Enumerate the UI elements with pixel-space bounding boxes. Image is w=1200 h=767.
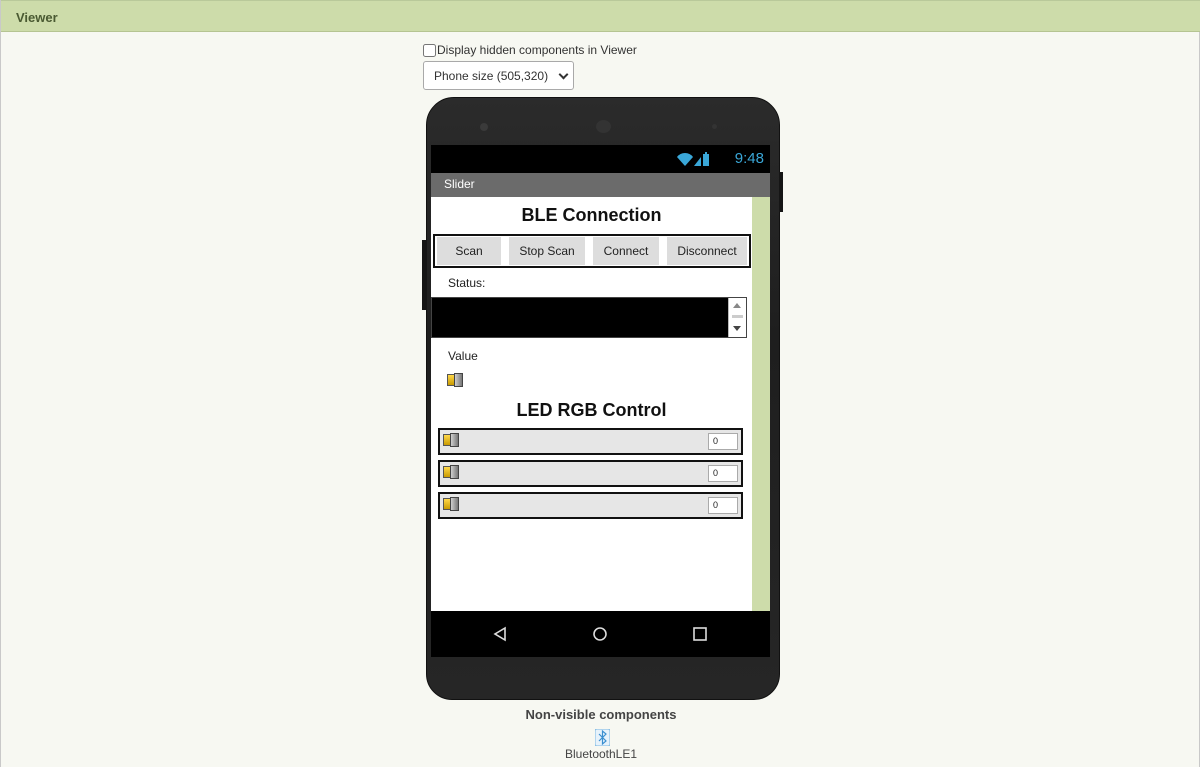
chevron-down-icon (558, 69, 569, 80)
bluetooth-icon[interactable] (595, 729, 610, 746)
red-value-field[interactable]: 0 (708, 433, 738, 450)
scroll-thumb[interactable] (732, 315, 743, 318)
android-nav-bar (431, 611, 770, 657)
status-icons (677, 152, 709, 166)
status-time: 9:48 (734, 150, 764, 167)
back-icon[interactable] (492, 626, 508, 642)
slider-thumb-icon[interactable] (443, 433, 459, 447)
blue-value-field[interactable]: 0 (708, 497, 738, 514)
slider-thumb-icon[interactable] (443, 497, 459, 511)
viewer-panel: Viewer Display hidden components in View… (0, 0, 1200, 767)
led-heading: LED RGB Control (516, 400, 667, 420)
display-hidden-label[interactable]: Display hidden components in Viewer (437, 43, 637, 57)
blue-slider-row[interactable]: 0 (438, 492, 743, 519)
bluetoothle-label[interactable]: BluetoothLE1 (1, 747, 1200, 761)
viewer-title: Viewer (16, 10, 58, 25)
screen-scrollbar (752, 197, 770, 611)
value-slider-thumb-icon[interactable] (447, 373, 463, 387)
slider-thumb-icon[interactable] (443, 465, 459, 479)
status-scrollbar[interactable] (728, 298, 746, 337)
front-camera-icon (480, 123, 488, 131)
screen-content: BLE Connection Scan Stop Scan Connect Di… (431, 197, 752, 611)
power-button (779, 172, 783, 212)
value-label: Value (448, 349, 478, 363)
recents-icon[interactable] (692, 626, 708, 642)
viewer-header: Viewer (1, 0, 1200, 32)
scan-button[interactable]: Scan (437, 237, 501, 265)
status-label: Status: (448, 276, 486, 290)
green-value-field[interactable]: 0 (708, 465, 738, 482)
red-slider-row[interactable]: 0 (438, 428, 743, 455)
green-slider-row[interactable]: 0 (438, 460, 743, 487)
signal-icon (694, 157, 701, 166)
volume-button (422, 240, 427, 310)
screen-titlebar: Slider (431, 173, 770, 197)
scroll-down-icon[interactable] (733, 326, 741, 331)
display-hidden-checkbox[interactable] (423, 43, 436, 57)
disconnect-button[interactable]: Disconnect (667, 237, 747, 265)
status-bar: 9:48 (431, 145, 770, 173)
display-hidden-option: Display hidden components in Viewer (423, 43, 637, 57)
phone-screen: 9:48 Slider BLE Connection Scan Stop Sca… (431, 145, 770, 657)
stop-scan-button[interactable]: Stop Scan (509, 237, 585, 265)
screen-title: Slider (444, 177, 475, 191)
ble-heading: BLE Connection (521, 205, 662, 225)
phone-size-select[interactable]: Phone size (505,320) (423, 61, 574, 90)
connect-button[interactable]: Connect (593, 237, 659, 265)
ble-button-row: Scan Stop Scan Connect Disconnect (433, 234, 751, 268)
wifi-icon (677, 153, 693, 166)
status-textbox[interactable] (431, 297, 747, 338)
earpiece-icon (596, 120, 611, 133)
nonvisible-title: Non-visible components (525, 707, 677, 722)
scroll-up-icon[interactable] (733, 303, 741, 308)
phone-size-value: Phone size (505,320) (434, 69, 549, 83)
home-icon[interactable] (592, 626, 608, 642)
sensor-icon (712, 124, 717, 129)
battery-icon (703, 154, 709, 166)
